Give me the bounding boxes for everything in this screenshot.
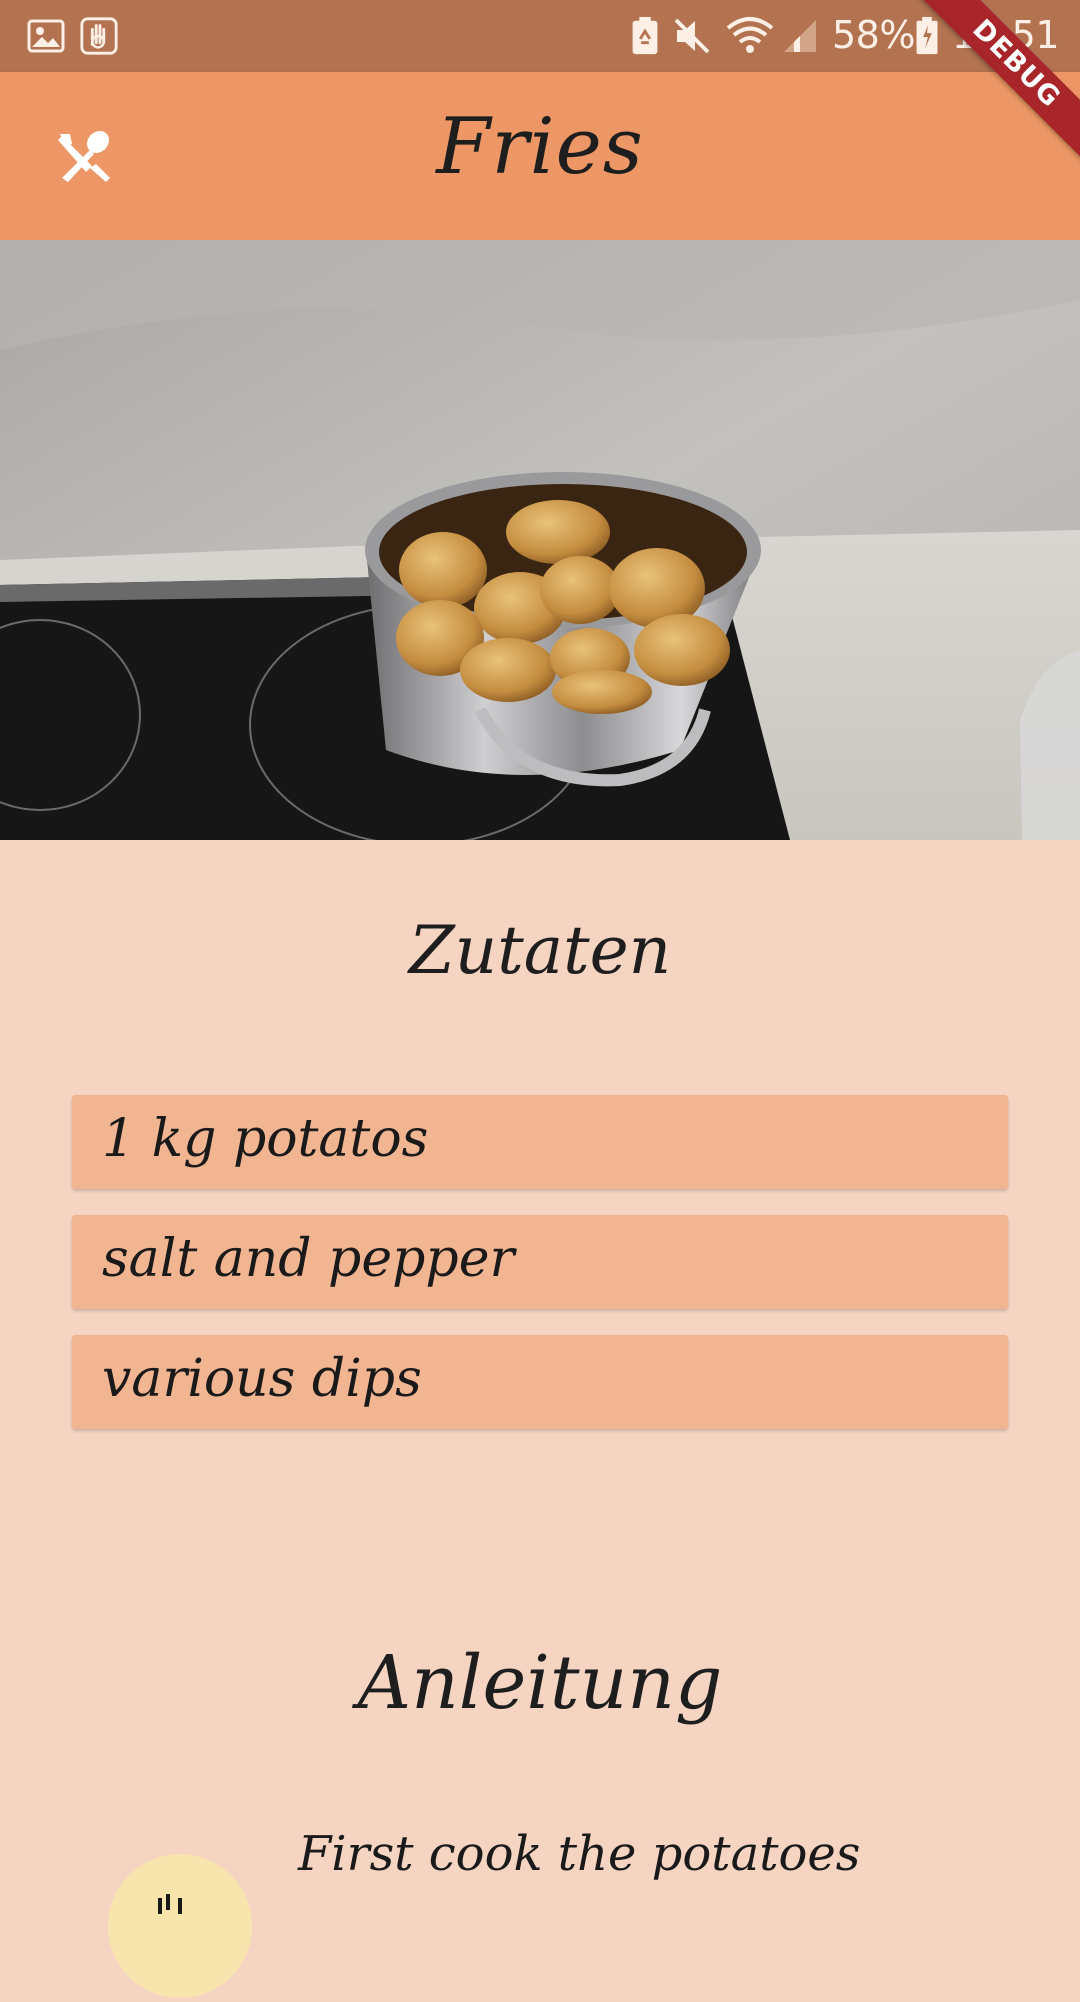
ingredient-label: various dips	[102, 1349, 422, 1409]
ingredient-label: 1 kg potatos	[102, 1109, 429, 1169]
step-avatar	[108, 1854, 252, 1998]
status-bar: 58% 10:51	[0, 0, 1080, 72]
gallery-icon	[27, 19, 65, 53]
ingredient-item[interactable]: various dips	[72, 1335, 1008, 1429]
clock: 10:51	[952, 13, 1060, 57]
app-bar: Fries	[0, 72, 1080, 240]
step-icon	[158, 1894, 182, 1914]
recipe-photo	[0, 240, 1080, 840]
wifi-icon	[726, 17, 774, 53]
ingredient-item[interactable]: salt and pepper	[72, 1215, 1008, 1309]
hand-icon	[80, 17, 118, 55]
instructions-heading: Anleitung	[357, 1640, 723, 1726]
battery-saver-icon	[632, 16, 658, 55]
step-text: First cook the potatoes	[298, 1826, 861, 1882]
battery-icon	[916, 16, 938, 55]
recipe-photo-illustration	[0, 240, 1080, 840]
mute-icon	[674, 18, 710, 54]
page-title: Fries	[436, 102, 644, 192]
battery-percent: 58%	[832, 13, 915, 57]
ingredient-label: salt and pepper	[102, 1229, 515, 1289]
signal-icon	[784, 20, 816, 52]
ingredients-heading: Zutaten	[408, 912, 672, 989]
ingredient-item[interactable]: 1 kg potatos	[72, 1095, 1008, 1189]
